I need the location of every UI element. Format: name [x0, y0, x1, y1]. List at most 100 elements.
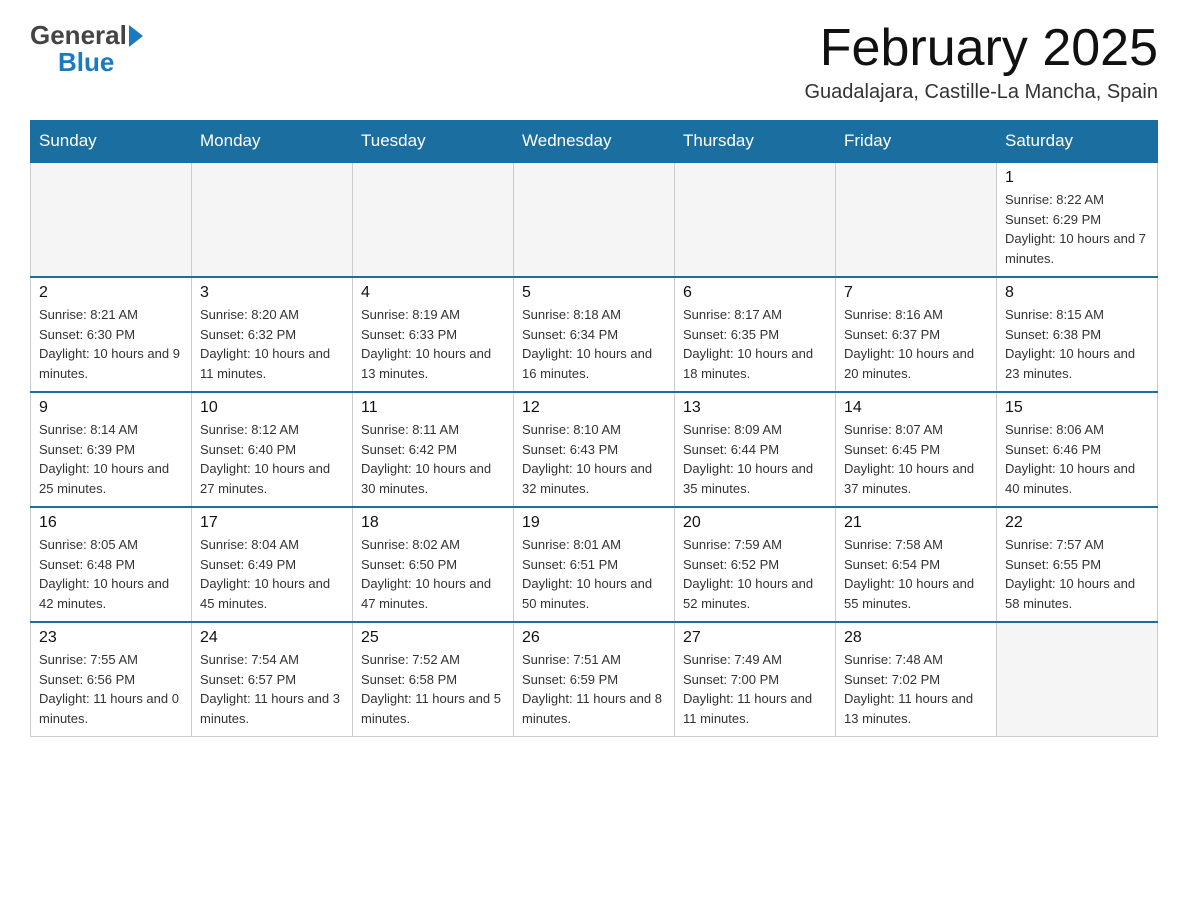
day-number: 1 — [1005, 169, 1149, 187]
day-number: 27 — [683, 629, 827, 647]
day-number: 5 — [522, 284, 666, 302]
day-header-thursday: Thursday — [675, 121, 836, 163]
calendar-cell — [675, 162, 836, 277]
calendar-cell: 8 Sunrise: 8:15 AMSunset: 6:38 PMDaylight… — [997, 277, 1158, 392]
calendar-cell — [192, 162, 353, 277]
day-info: Sunrise: 8:01 AMSunset: 6:51 PMDaylight:… — [522, 535, 666, 613]
day-number: 14 — [844, 399, 988, 417]
calendar-cell: 20Sunrise: 7:59 AMSunset: 6:52 PMDayligh… — [675, 507, 836, 622]
calendar-week-row: 1 Sunrise: 8:22 AMSunset: 6:29 PMDaylight… — [31, 162, 1158, 277]
day-header-saturday: Saturday — [997, 121, 1158, 163]
calendar-cell — [997, 622, 1158, 737]
title-block: February 2025 Guadalajara, Castille-La M… — [804, 20, 1158, 104]
day-number: 23 — [39, 629, 183, 647]
calendar-cell — [836, 162, 997, 277]
calendar-cell: 11Sunrise: 8:11 AMSunset: 6:42 PMDayligh… — [353, 392, 514, 507]
day-info: Sunrise: 8:07 AMSunset: 6:45 PMDaylight:… — [844, 420, 988, 498]
day-info: Sunrise: 7:58 AMSunset: 6:54 PMDaylight:… — [844, 535, 988, 613]
day-number: 10 — [200, 399, 344, 417]
day-number: 6 — [683, 284, 827, 302]
day-info: Sunrise: 7:52 AMSunset: 6:58 PMDaylight:… — [361, 650, 505, 728]
logo-blue-text: Blue — [58, 47, 114, 78]
day-info: Sunrise: 7:55 AMSunset: 6:56 PMDaylight:… — [39, 650, 183, 728]
calendar-cell: 18Sunrise: 8:02 AMSunset: 6:50 PMDayligh… — [353, 507, 514, 622]
calendar-cell: 12 Sunrise: 8:10 AMSunset: 6:43 PMDayligh… — [514, 392, 675, 507]
calendar-cell: 13 Sunrise: 8:09 AMSunset: 6:44 PMDayligh… — [675, 392, 836, 507]
calendar-cell — [514, 162, 675, 277]
calendar-cell: 27 Sunrise: 7:49 AMSunset: 7:00 PMDayligh… — [675, 622, 836, 737]
day-info: Sunrise: 8:09 AMSunset: 6:44 PMDaylight:… — [683, 420, 827, 498]
day-header-monday: Monday — [192, 121, 353, 163]
page-header: General Blue February 2025 Guadalajara, … — [30, 20, 1158, 104]
calendar-header-row: SundayMondayTuesdayWednesdayThursdayFrid… — [31, 121, 1158, 163]
day-number: 9 — [39, 399, 183, 417]
logo-arrow-icon — [129, 25, 143, 47]
calendar-cell — [31, 162, 192, 277]
calendar-cell: 21 Sunrise: 7:58 AMSunset: 6:54 PMDayligh… — [836, 507, 997, 622]
calendar-cell: 10 Sunrise: 8:12 AMSunset: 6:40 PMDayligh… — [192, 392, 353, 507]
day-number: 25 — [361, 629, 505, 647]
day-number: 8 — [1005, 284, 1149, 302]
day-number: 28 — [844, 629, 988, 647]
calendar-cell: 22 Sunrise: 7:57 AMSunset: 6:55 PMDayligh… — [997, 507, 1158, 622]
day-info: Sunrise: 8:17 AMSunset: 6:35 PMDaylight:… — [683, 305, 827, 383]
day-info: Sunrise: 7:54 AMSunset: 6:57 PMDaylight:… — [200, 650, 344, 728]
logo: General Blue — [30, 20, 143, 78]
calendar-cell: 26 Sunrise: 7:51 AMSunset: 6:59 PMDayligh… — [514, 622, 675, 737]
day-info: Sunrise: 7:49 AMSunset: 7:00 PMDaylight:… — [683, 650, 827, 728]
day-number: 17 — [200, 514, 344, 532]
calendar-cell: 7 Sunrise: 8:16 AMSunset: 6:37 PMDaylight… — [836, 277, 997, 392]
day-number: 21 — [844, 514, 988, 532]
day-header-wednesday: Wednesday — [514, 121, 675, 163]
day-info: Sunrise: 8:10 AMSunset: 6:43 PMDaylight:… — [522, 420, 666, 498]
day-info: Sunrise: 8:20 AMSunset: 6:32 PMDaylight:… — [200, 305, 344, 383]
day-number: 16 — [39, 514, 183, 532]
day-info: Sunrise: 8:12 AMSunset: 6:40 PMDaylight:… — [200, 420, 344, 498]
day-info: Sunrise: 7:51 AMSunset: 6:59 PMDaylight:… — [522, 650, 666, 728]
day-info: Sunrise: 8:06 AMSunset: 6:46 PMDaylight:… — [1005, 420, 1149, 498]
calendar-cell: 19Sunrise: 8:01 AMSunset: 6:51 PMDayligh… — [514, 507, 675, 622]
day-number: 15 — [1005, 399, 1149, 417]
calendar-table: SundayMondayTuesdayWednesdayThursdayFrid… — [30, 120, 1158, 737]
calendar-week-row: 23 Sunrise: 7:55 AMSunset: 6:56 PMDayligh… — [31, 622, 1158, 737]
day-info: Sunrise: 8:18 AMSunset: 6:34 PMDaylight:… — [522, 305, 666, 383]
calendar-cell: 1 Sunrise: 8:22 AMSunset: 6:29 PMDaylight… — [997, 162, 1158, 277]
calendar-cell — [353, 162, 514, 277]
day-info: Sunrise: 8:05 AMSunset: 6:48 PMDaylight:… — [39, 535, 183, 613]
day-number: 12 — [522, 399, 666, 417]
day-number: 11 — [361, 399, 505, 417]
day-info: Sunrise: 8:22 AMSunset: 6:29 PMDaylight:… — [1005, 190, 1149, 268]
calendar-cell: 4Sunrise: 8:19 AMSunset: 6:33 PMDaylight… — [353, 277, 514, 392]
day-info: Sunrise: 7:57 AMSunset: 6:55 PMDaylight:… — [1005, 535, 1149, 613]
calendar-cell: 15 Sunrise: 8:06 AMSunset: 6:46 PMDayligh… — [997, 392, 1158, 507]
calendar-week-row: 16 Sunrise: 8:05 AMSunset: 6:48 PMDayligh… — [31, 507, 1158, 622]
day-number: 26 — [522, 629, 666, 647]
calendar-cell: 3 Sunrise: 8:20 AMSunset: 6:32 PMDaylight… — [192, 277, 353, 392]
day-info: Sunrise: 8:04 AMSunset: 6:49 PMDaylight:… — [200, 535, 344, 613]
calendar-cell: 9 Sunrise: 8:14 AMSunset: 6:39 PMDaylight… — [31, 392, 192, 507]
calendar-cell: 28Sunrise: 7:48 AMSunset: 7:02 PMDayligh… — [836, 622, 997, 737]
month-title: February 2025 — [804, 20, 1158, 77]
day-number: 13 — [683, 399, 827, 417]
day-number: 24 — [200, 629, 344, 647]
calendar-cell: 6 Sunrise: 8:17 AMSunset: 6:35 PMDaylight… — [675, 277, 836, 392]
calendar-week-row: 2Sunrise: 8:21 AMSunset: 6:30 PMDaylight… — [31, 277, 1158, 392]
day-info: Sunrise: 8:02 AMSunset: 6:50 PMDaylight:… — [361, 535, 505, 613]
day-info: Sunrise: 8:14 AMSunset: 6:39 PMDaylight:… — [39, 420, 183, 498]
day-header-sunday: Sunday — [31, 121, 192, 163]
day-info: Sunrise: 8:16 AMSunset: 6:37 PMDaylight:… — [844, 305, 988, 383]
day-info: Sunrise: 8:15 AMSunset: 6:38 PMDaylight:… — [1005, 305, 1149, 383]
day-number: 7 — [844, 284, 988, 302]
day-number: 4 — [361, 284, 505, 302]
calendar-week-row: 9 Sunrise: 8:14 AMSunset: 6:39 PMDaylight… — [31, 392, 1158, 507]
calendar-cell: 23 Sunrise: 7:55 AMSunset: 6:56 PMDayligh… — [31, 622, 192, 737]
day-number: 3 — [200, 284, 344, 302]
location-text: Guadalajara, Castille-La Mancha, Spain — [804, 81, 1158, 104]
day-info: Sunrise: 8:21 AMSunset: 6:30 PMDaylight:… — [39, 305, 183, 383]
calendar-cell: 17 Sunrise: 8:04 AMSunset: 6:49 PMDayligh… — [192, 507, 353, 622]
calendar-cell: 14 Sunrise: 8:07 AMSunset: 6:45 PMDayligh… — [836, 392, 997, 507]
calendar-cell: 5 Sunrise: 8:18 AMSunset: 6:34 PMDaylight… — [514, 277, 675, 392]
calendar-cell: 16 Sunrise: 8:05 AMSunset: 6:48 PMDayligh… — [31, 507, 192, 622]
calendar-cell: 24 Sunrise: 7:54 AMSunset: 6:57 PMDayligh… — [192, 622, 353, 737]
day-number: 22 — [1005, 514, 1149, 532]
